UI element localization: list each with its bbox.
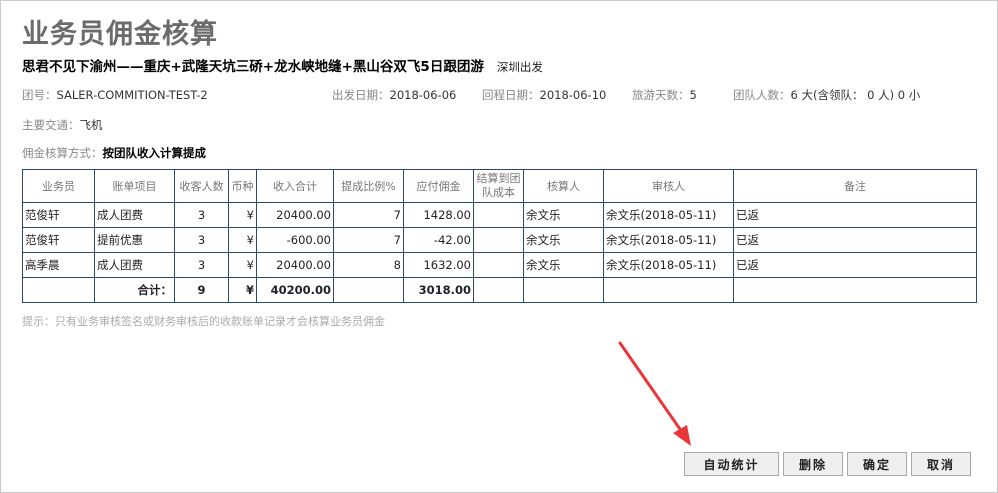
trip-origin: 深圳出发 [496, 60, 543, 74]
col-header-income: 收入合计 [256, 169, 334, 203]
confirm-button[interactable]: 确定 [847, 452, 907, 476]
cell-accountant: 余文乐 [523, 202, 604, 228]
col-header-count: 收客人数 [174, 169, 229, 203]
cell-count: 3 [174, 227, 229, 253]
cell-empty [473, 277, 524, 303]
return-date-value: 2018-06-10 [539, 88, 607, 102]
tour-days-value: 5 [689, 88, 697, 102]
cell-currency: ¥ [228, 202, 257, 228]
cell-rate: 7 [333, 202, 404, 228]
cell-item: 成人团费 [94, 202, 175, 228]
cell-salesperson: 范俊轩 [22, 202, 95, 228]
cell-cost [473, 252, 524, 278]
cell-note: 已返 [733, 252, 977, 278]
depart-date-label: 出发日期： [332, 88, 390, 102]
cell-empty [733, 277, 977, 303]
cell-cost [473, 227, 524, 253]
page-title: 业务员佣金核算 [22, 19, 218, 50]
cell-currency: ¥ [228, 252, 257, 278]
col-header-salesperson: 业务员 [22, 169, 95, 203]
return-date-field: 回程日期：2018-06-10 [482, 87, 606, 103]
col-header-note: 备注 [733, 169, 977, 203]
cell-salesperson: 范俊轩 [22, 227, 95, 253]
group-size-value: 6 大(含领队： 0 人) 0 小 [790, 88, 921, 102]
total-commission: 3018.00 [403, 277, 474, 303]
tour-days-field: 旅游天数：5 [632, 87, 697, 103]
transport-field: 主要交通：飞机 [22, 117, 103, 133]
commission-method-value: 按团队收入计算提成 [102, 146, 207, 160]
group-size-label: 团队人数： [733, 88, 791, 102]
cell-commission: 1632.00 [403, 252, 474, 278]
cell-note: 已返 [733, 227, 977, 253]
cell-count: 3 [174, 252, 229, 278]
cell-auditor: 余文乐(2018-05-11) [603, 202, 734, 228]
col-header-commission: 应付佣金 [403, 169, 474, 203]
cell-count: 3 [174, 202, 229, 228]
cell-empty [603, 277, 734, 303]
table-row: 高季晨 成人团费 3 ¥ 20400.00 8 1632.00 余文乐 余文乐(… [22, 252, 977, 278]
cell-auditor: 余文乐(2018-05-11) [603, 252, 734, 278]
table-row: 范俊轩 提前优惠 3 ¥ -600.00 7 -42.00 余文乐 余文乐(20… [22, 227, 977, 253]
auto-stat-button[interactable]: 自动统计 [684, 452, 779, 476]
cell-accountant: 余文乐 [523, 227, 604, 253]
cell-commission: -42.00 [403, 227, 474, 253]
col-header-cost: 结算到团队成本 [473, 169, 524, 203]
table-total-row: 合计： 9 ¥ 40200.00 3018.00 [22, 277, 977, 303]
group-no-label: 团号： [22, 88, 57, 102]
cell-rate: 8 [333, 252, 404, 278]
cell-auditor: 余文乐(2018-05-11) [603, 227, 734, 253]
cell-item: 成人团费 [94, 252, 175, 278]
cell-item: 提前优惠 [94, 227, 175, 253]
return-date-label: 回程日期： [482, 88, 540, 102]
cell-income: -600.00 [256, 227, 334, 253]
col-header-currency: 币种 [228, 169, 257, 203]
cell-currency: ¥ [228, 227, 257, 253]
group-no-value: SALER-COMMITION-TEST-2 [56, 88, 208, 102]
commission-method-field: 佣金核算方式：按团队收入计算提成 [22, 145, 206, 161]
col-header-accountant: 核算人 [523, 169, 604, 203]
cell-empty [333, 277, 404, 303]
col-header-auditor: 审核人 [603, 169, 734, 203]
cancel-button[interactable]: 取消 [911, 452, 971, 476]
delete-button[interactable]: 删除 [783, 452, 843, 476]
commission-method-label: 佣金核算方式： [22, 146, 103, 160]
tour-days-label: 旅游天数： [632, 88, 690, 102]
tip-text: 提示：只有业务审核签名或财务审核后的收款账单记录才会核算业务员佣金 [22, 315, 385, 328]
total-label: 合计： [94, 277, 175, 303]
table-header-row: 业务员 账单项目 收客人数 币种 收入合计 提成比例% 应付佣金 结算到团队成本… [22, 169, 977, 203]
commission-table: 业务员 账单项目 收客人数 币种 收入合计 提成比例% 应付佣金 结算到团队成本… [22, 169, 977, 303]
trip-name: 思君不见下渝州——重庆+武隆天坑三硚+龙水峡地缝+黑山谷双飞5日跟团游 [22, 59, 484, 75]
group-no-field: 团号：SALER-COMMITION-TEST-2 [22, 87, 208, 103]
cell-note: 已返 [733, 202, 977, 228]
transport-label: 主要交通： [22, 118, 80, 132]
total-income: 40200.00 [256, 277, 334, 303]
depart-date-value: 2018-06-06 [389, 88, 457, 102]
cell-empty [22, 277, 95, 303]
col-header-item: 账单项目 [94, 169, 175, 203]
cell-cost [473, 202, 524, 228]
cell-income: 20400.00 [256, 252, 334, 278]
cell-salesperson: 高季晨 [22, 252, 95, 278]
cell-accountant: 余文乐 [523, 252, 604, 278]
cell-income: 20400.00 [256, 202, 334, 228]
group-size-field: 团队人数：6 大(含领队： 0 人) 0 小 [733, 87, 920, 103]
total-currency: ¥ [228, 277, 257, 303]
table-row: 范俊轩 成人团费 3 ¥ 20400.00 7 1428.00 余文乐 余文乐(… [22, 202, 977, 228]
cell-commission: 1428.00 [403, 202, 474, 228]
col-header-rate: 提成比例% [333, 169, 404, 203]
total-count: 9 [174, 277, 229, 303]
trip-line: 思君不见下渝州——重庆+武隆天坑三硚+龙水峡地缝+黑山谷双飞5日跟团游 深圳出发 [22, 55, 543, 75]
transport-value: 飞机 [79, 118, 103, 132]
cell-empty [523, 277, 604, 303]
cell-rate: 7 [333, 227, 404, 253]
depart-date-field: 出发日期：2018-06-06 [332, 87, 456, 103]
